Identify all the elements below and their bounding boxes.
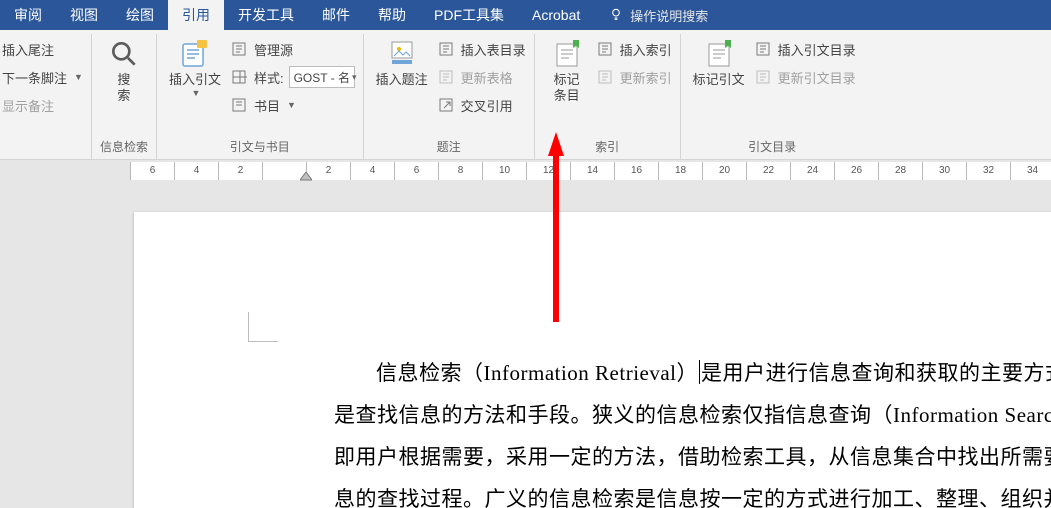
label: 标记 条目 (554, 72, 580, 105)
group-label: 索引 (543, 136, 672, 159)
label: 更新引文目录 (778, 68, 856, 87)
tell-me-search[interactable]: 操作说明搜索 (594, 0, 722, 30)
bibliography-button[interactable]: 书目 ▼ (231, 92, 355, 118)
tab-help[interactable]: 帮助 (364, 0, 420, 30)
tab-view[interactable]: 视图 (56, 0, 112, 30)
label: 插入索引 (620, 40, 672, 59)
insert-caption-button[interactable]: 插入题注 (372, 36, 432, 90)
label: 交叉引用 (461, 96, 513, 115)
label: 搜 索 (117, 72, 130, 105)
ribbon-tabbar: 审阅 视图 绘图 引用 开发工具 邮件 帮助 PDF工具集 Acrobat 操作… (0, 0, 1051, 30)
text-cursor (699, 360, 700, 384)
update-table-button[interactable]: 更新表格 (438, 64, 526, 90)
update-icon (438, 68, 456, 86)
tab-review[interactable]: 审阅 (0, 0, 56, 30)
group-label: 引文与书目 (165, 136, 355, 159)
document-page[interactable]: 信息检索（Information Retrieval）是用户进行信息查询和获取的… (134, 212, 1051, 508)
chevron-down-icon: ▼ (287, 100, 296, 110)
show-notes-button[interactable]: 显示备注 (2, 92, 83, 118)
group-citations: 插入引文 ▼ 管理源 样式: GOST - 名 ▾ (157, 34, 364, 159)
chevron-down-icon: ▼ (74, 72, 83, 82)
tab-draw[interactable]: 绘图 (112, 0, 168, 30)
group-label: 引文目录 (689, 136, 856, 159)
label: 插入引文目录 (778, 40, 856, 59)
mark-entry-button[interactable]: 标记 条目 (543, 36, 591, 107)
citation-style-select[interactable]: GOST - 名 ▾ (289, 66, 355, 88)
tab-references[interactable]: 引用 (168, 0, 224, 30)
document-body-text[interactable]: 信息检索（Information Retrieval）是用户进行信息查询和获取的… (334, 352, 1051, 508)
update-index-icon (597, 68, 615, 86)
update-index-button[interactable]: 更新索引 (597, 64, 672, 90)
chevron-down-icon: ▼ (191, 88, 200, 99)
label: 更新索引 (620, 68, 672, 87)
mark-entry-icon (551, 38, 583, 70)
text-line: 信息检索（Information Retrieval） (376, 361, 698, 385)
next-footnote-button[interactable]: 下一条脚注 ▼ (2, 64, 83, 90)
label: 书目 (254, 96, 280, 115)
horizontal-ruler[interactable]: 642246810121416182022242628303234 (130, 162, 1051, 180)
label: 显示备注 (2, 96, 54, 115)
first-line-indent-marker[interactable] (300, 172, 312, 182)
label: 插入表目录 (461, 40, 526, 59)
ruler-area: 642246810121416182022242628303234 (0, 160, 1051, 182)
search-icon (108, 38, 140, 70)
group-footnotes: 插入尾注 下一条脚注 ▼ 显示备注 (0, 34, 92, 159)
manage-sources-button[interactable]: 管理源 (231, 36, 355, 62)
group-label: 题注 (372, 136, 526, 159)
text-line: 是查找信息的方法和手段。狭义的信息检索仅指信息查询（Information Se… (334, 394, 1051, 436)
text-line: 是用户进行信息查询和获取的主要方式， (701, 361, 1051, 385)
tof-icon (438, 40, 456, 58)
label: 插入引文 (169, 72, 221, 88)
style-label: 样式: (254, 68, 284, 87)
update-toa-icon (755, 68, 773, 86)
insert-citation-button[interactable]: 插入引文 ▼ (165, 36, 225, 102)
lightbulb-icon (608, 6, 624, 25)
caption-icon (386, 38, 418, 70)
label: 管理源 (254, 40, 293, 59)
citation-icon (179, 38, 211, 70)
insert-endnote-button[interactable]: 插入尾注 (2, 36, 83, 62)
cross-reference-button[interactable]: 交叉引用 (438, 92, 526, 118)
label: 插入题注 (376, 72, 428, 88)
group-research: 搜 索 信息检索 (92, 34, 157, 159)
smart-lookup-button[interactable]: 搜 索 (100, 36, 148, 107)
ribbon: 插入尾注 下一条脚注 ▼ 显示备注 搜 索 信息检索 (0, 30, 1051, 160)
label: 下一条脚注 (2, 68, 67, 87)
style-icon (231, 68, 249, 86)
cross-ref-icon (438, 96, 456, 114)
group-table-of-authorities: 标记引文 插入引文目录 更新引文目录 引文目录 (681, 34, 864, 159)
manage-sources-icon (231, 40, 249, 58)
group-label (2, 153, 83, 159)
update-toa-button[interactable]: 更新引文目录 (755, 64, 856, 90)
tab-mailings[interactable]: 邮件 (308, 0, 364, 30)
insert-index-icon (597, 40, 615, 58)
insert-toa-button[interactable]: 插入引文目录 (755, 36, 856, 62)
group-index: 标记 条目 插入索引 更新索引 索引 (535, 34, 681, 159)
group-captions: 插入题注 插入表目录 更新表格 (364, 34, 535, 159)
tab-acrobat[interactable]: Acrobat (518, 0, 594, 30)
insert-toa-icon (755, 40, 773, 58)
label: 更新表格 (461, 68, 513, 87)
insert-index-button[interactable]: 插入索引 (597, 36, 672, 62)
document-workspace: 信息检索（Information Retrieval）是用户进行信息查询和获取的… (0, 182, 1051, 508)
tab-pdftools[interactable]: PDF工具集 (420, 0, 518, 30)
group-label: 信息检索 (100, 136, 148, 159)
mark-citation-button[interactable]: 标记引文 (689, 36, 749, 90)
label: 插入尾注 (2, 40, 54, 59)
chevron-down-icon: ▾ (352, 72, 357, 83)
insert-table-of-figures-button[interactable]: 插入表目录 (438, 36, 526, 62)
label: 标记引文 (693, 72, 745, 88)
tab-developer[interactable]: 开发工具 (224, 0, 308, 30)
paragraph-corner-mark (248, 312, 278, 342)
text-line: 即用户根据需要，采用一定的方法，借助检索工具，从信息集合中找出所需要信 (334, 436, 1051, 478)
text-line: 息的查找过程。广义的信息检索是信息按一定的方式进行加工、整理、组织并存 (334, 478, 1051, 508)
tell-me-label: 操作说明搜索 (630, 6, 708, 25)
citation-style-row: 样式: GOST - 名 ▾ (231, 64, 355, 90)
mark-citation-icon (703, 38, 735, 70)
style-value: GOST - 名 (294, 69, 350, 86)
bibliography-icon (231, 96, 249, 114)
